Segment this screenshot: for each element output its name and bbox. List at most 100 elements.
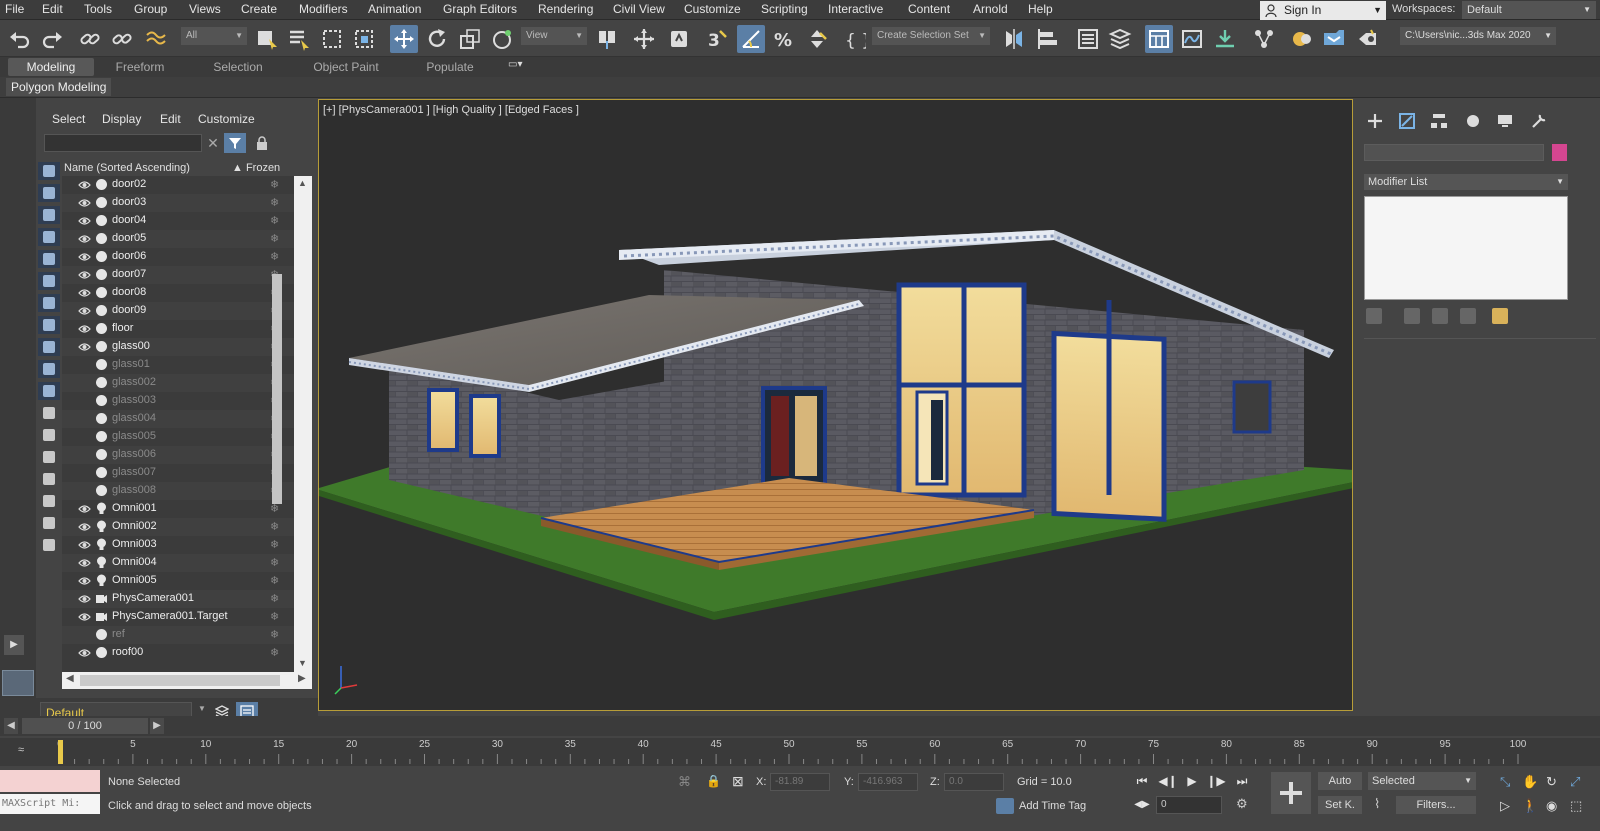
spinner-snap-icon[interactable]: [803, 25, 831, 53]
maxscript-mini-listener[interactable]: MAXScript Mi:: [0, 794, 100, 814]
move-icon[interactable]: [390, 25, 418, 53]
menu-arnold[interactable]: Arnold: [973, 2, 1008, 16]
go-to-start-icon[interactable]: ⏮: [1132, 772, 1152, 790]
previous-key-icon[interactable]: ◀❙: [1158, 772, 1178, 790]
time-tag-icon[interactable]: [996, 798, 1014, 814]
motion-tab-icon[interactable]: [1460, 110, 1486, 132]
list-item[interactable]: door08❄: [62, 284, 294, 302]
menu-graph-editors[interactable]: Graph Editors: [443, 2, 517, 16]
list-item[interactable]: glass002❄: [62, 374, 294, 392]
visibility-eye-icon[interactable]: [78, 557, 91, 569]
freeze-icon[interactable]: ❄: [270, 520, 279, 533]
modify-tab-icon[interactable]: [1394, 110, 1420, 132]
scene-explorer-icon[interactable]: [1074, 25, 1102, 53]
se-menu-edit[interactable]: Edit: [160, 112, 181, 126]
list-item[interactable]: glass00❄: [62, 338, 294, 356]
next-frame-icon[interactable]: ▶: [150, 718, 164, 734]
project-folder-dropdown[interactable]: C:\Users\nic...3ds Max 2020 ▼: [1400, 27, 1556, 45]
menu-content[interactable]: Content: [908, 2, 950, 16]
object-color-swatch[interactable]: [1552, 144, 1567, 161]
rect-selection-icon[interactable]: [318, 25, 346, 53]
visibility-eye-icon[interactable]: [78, 485, 91, 497]
chevron-down-icon[interactable]: ▼: [298, 658, 307, 668]
freeze-icon[interactable]: ❄: [270, 574, 279, 587]
visibility-eye-icon[interactable]: [78, 251, 91, 263]
visibility-eye-icon[interactable]: [78, 305, 91, 317]
display-lights-icon[interactable]: [38, 206, 60, 224]
snaps-3d-icon[interactable]: 3: [704, 25, 732, 53]
play-icon[interactable]: ▶: [4, 635, 24, 655]
visibility-eye-icon[interactable]: [78, 593, 91, 605]
tab-populate[interactable]: Populate: [412, 58, 488, 76]
se-menu-display[interactable]: Display: [102, 112, 141, 126]
sign-in-dropdown[interactable]: Sign In ▼: [1260, 1, 1386, 20]
display-groups-icon[interactable]: [38, 294, 60, 312]
reference-coordinate-dropdown[interactable]: View ▼: [521, 27, 587, 45]
menu-file[interactable]: File: [5, 2, 24, 16]
list-item[interactable]: door04 ❄: [62, 212, 294, 230]
list-item[interactable]: floor❄: [62, 320, 294, 338]
visibility-eye-icon[interactable]: [78, 611, 91, 623]
se-menu-customize[interactable]: Customize: [198, 112, 255, 126]
visibility-eye-icon[interactable]: [78, 287, 91, 299]
list-item[interactable]: door05 ❄: [62, 230, 294, 248]
visibility-eye-icon[interactable]: [78, 269, 91, 281]
schematic-icon[interactable]: [1250, 25, 1278, 53]
walkthrough-icon[interactable]: 🚶: [1522, 798, 1538, 814]
list-item[interactable]: glass004❄: [62, 410, 294, 428]
chevron-right-icon[interactable]: ▶: [298, 673, 306, 684]
display-cameras-icon[interactable]: [38, 228, 60, 246]
menu-interactive[interactable]: Interactive: [828, 2, 883, 16]
curve-editor-icon[interactable]: [1178, 25, 1206, 53]
key-filters-button[interactable]: Filters...: [1396, 796, 1476, 814]
list-item[interactable]: door02 ❄: [62, 176, 294, 194]
add-time-tag[interactable]: Add Time Tag: [1019, 800, 1086, 812]
play-icon[interactable]: ▶: [1182, 772, 1202, 790]
visibility-eye-icon[interactable]: [78, 503, 91, 515]
remove-modifier-icon[interactable]: [1460, 308, 1476, 324]
vertical-scrollbar[interactable]: ▲ ▼: [294, 176, 312, 672]
list-item[interactable]: Omni004 ❄: [62, 554, 294, 572]
ribbon-options-icon[interactable]: ▭▾: [508, 59, 530, 73]
visibility-eye-icon[interactable]: [78, 647, 91, 659]
vertical-scrollbar-thumb[interactable]: [272, 274, 282, 504]
visibility-eye-icon[interactable]: [78, 413, 91, 425]
display-hidden-icon[interactable]: [38, 404, 60, 422]
list-item[interactable]: glass007❄: [62, 464, 294, 482]
undo-icon[interactable]: [6, 25, 34, 53]
track-bar[interactable]: ≈ 05101520253035404550556065707580859095…: [0, 738, 1600, 766]
workspace-select[interactable]: Default ▼: [1462, 1, 1596, 19]
freeze-icon[interactable]: ❄: [270, 610, 279, 623]
display-containers-icon[interactable]: [38, 360, 60, 378]
list-item[interactable]: glass008❄: [62, 482, 294, 500]
orbit-subobject-icon[interactable]: ◉: [1546, 798, 1557, 814]
select-object-icon[interactable]: [253, 25, 281, 53]
named-selection-dropdown[interactable]: Create Selection Set ▼: [872, 27, 990, 45]
display-helpers-icon[interactable]: [38, 250, 60, 268]
previous-frame-icon[interactable]: ◀: [4, 718, 18, 734]
menu-create[interactable]: Create: [241, 2, 277, 16]
menu-views[interactable]: Views: [189, 2, 221, 16]
visibility-eye-icon[interactable]: [78, 377, 91, 389]
filter-icon[interactable]: [224, 133, 246, 153]
configure-modifier-sets-icon[interactable]: [1492, 308, 1508, 324]
tab-selection[interactable]: Selection: [200, 58, 276, 76]
pivot-icon[interactable]: [593, 25, 621, 53]
freeze-icon[interactable]: ❄: [270, 178, 279, 191]
show-end-result-icon[interactable]: [1404, 308, 1420, 324]
menu-modifiers[interactable]: Modifiers: [299, 2, 348, 16]
absolute-mode-icon[interactable]: ⊠: [732, 773, 744, 790]
z-coordinate-field[interactable]: 0.0: [944, 773, 1004, 791]
visibility-eye-icon[interactable]: [78, 395, 91, 407]
current-frame-field[interactable]: 0: [1156, 796, 1222, 814]
visibility-eye-icon[interactable]: [78, 521, 91, 533]
key-mode-icon[interactable]: ◀▶: [1132, 796, 1152, 814]
align-icon[interactable]: [1034, 25, 1062, 53]
go-to-end-icon[interactable]: ⏭: [1232, 772, 1252, 790]
y-coordinate-field[interactable]: -416.963: [858, 773, 918, 791]
visibility-eye-icon[interactable]: [78, 233, 91, 245]
list-item[interactable]: roof00 ❄: [62, 644, 294, 662]
se-menu-select[interactable]: Select: [52, 112, 85, 126]
polygon-modeling-panel[interactable]: Polygon Modeling: [6, 78, 112, 96]
visibility-eye-icon[interactable]: [78, 467, 91, 479]
